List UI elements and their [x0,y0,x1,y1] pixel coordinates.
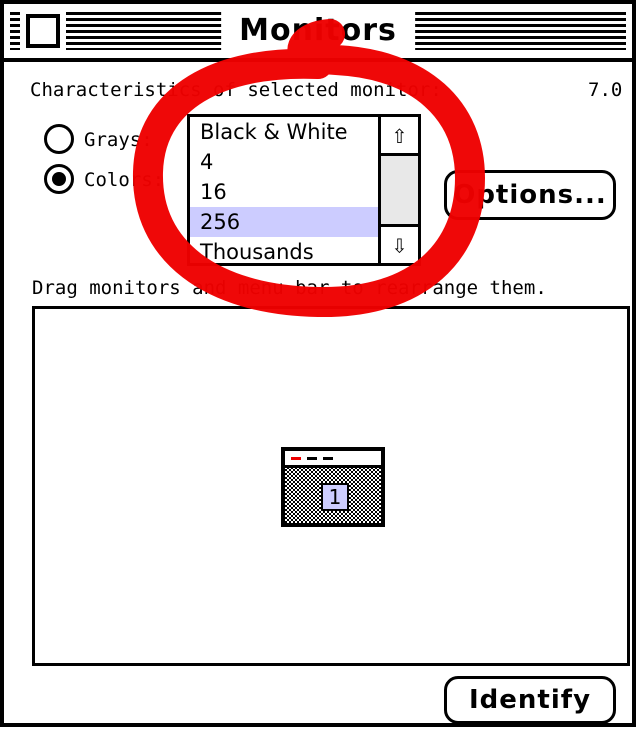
list-item-4[interactable]: 4 [190,147,380,177]
list-items: Black & White 4 16 256 Thousands [190,117,380,263]
close-box[interactable] [26,14,60,48]
window-title: Monitors [221,8,415,54]
grays-radio[interactable] [44,124,74,154]
arrange-instruction: Drag monitors and menu bar to rearrange … [32,277,547,299]
grays-label[interactable]: Grays: [84,128,153,152]
list-item-black-white[interactable]: Black & White [190,117,380,147]
up-arrow-icon[interactable]: ⇧ [381,117,418,156]
options-button[interactable]: Options... [444,170,616,220]
identify-button[interactable]: Identify [444,676,616,724]
list-item-16[interactable]: 16 [190,177,380,207]
colors-label[interactable]: Colors: [84,168,164,192]
color-depth-list[interactable]: Black & White 4 16 256 Thousands ⇧ ⇩ [187,114,421,266]
list-item-thousands[interactable]: Thousands [190,237,380,263]
monitor-icon[interactable]: 1 [281,447,385,527]
down-arrow-icon[interactable]: ⇩ [381,224,418,263]
radio-selected-dot [52,172,66,186]
list-scrollbar[interactable]: ⇧ ⇩ [378,117,418,263]
menu-bar-indicator[interactable] [285,451,381,468]
characteristics-label: Characteristics of selected monitor: [30,79,442,101]
list-item-256[interactable]: 256 [190,207,380,237]
version-label: 7.0 [588,79,623,101]
menu-dash [307,457,317,460]
monitors-window: Monitors Characteristics of selected mon… [0,0,636,727]
monitor-number: 1 [321,483,349,511]
title-bar[interactable]: Monitors [4,4,632,62]
apple-menu-icon [291,457,301,460]
menu-dash [323,457,333,460]
monitor-arrangement-area[interactable]: 1 [32,306,630,666]
colors-radio[interactable] [44,164,74,194]
